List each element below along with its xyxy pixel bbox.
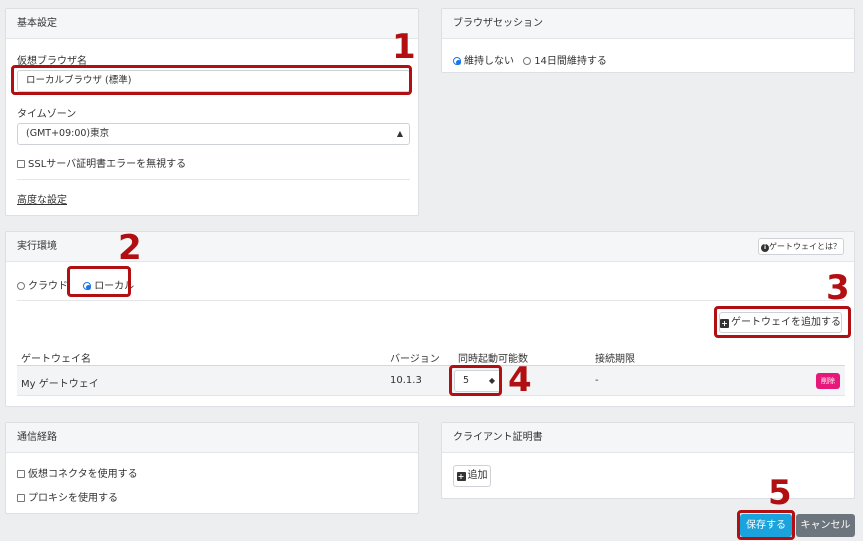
annotation-number-3: 3	[826, 268, 850, 308]
env-local-label: ローカル	[94, 281, 135, 292]
session-none-radio[interactable]: 維持しない	[453, 56, 514, 67]
env-local-radio[interactable]: ローカル	[83, 281, 134, 292]
network-route-title: 通信経路	[6, 423, 418, 453]
annotation-number-4: 4	[508, 360, 532, 400]
add-cert-button[interactable]: + 追加	[453, 465, 491, 487]
virtual-connector-checkbox[interactable]: 仮想コネクタを使用する	[17, 465, 138, 480]
timezone-select[interactable]: (GMT+09:00)東京 ▲	[17, 123, 410, 145]
delete-gateway-button[interactable]: 削除	[816, 373, 840, 389]
session-none-label: 維持しない	[464, 56, 514, 67]
select-updown-icon: ▲	[396, 129, 403, 138]
session-14days-label: 14日間維持する	[534, 56, 607, 67]
plus-square-icon: +	[720, 319, 729, 328]
virtual-connector-label: 仮想コネクタを使用する	[28, 469, 138, 480]
divider	[17, 300, 845, 301]
gateway-help-label: ゲートウェイとは？	[769, 242, 841, 251]
client-cert-panel: クライアント証明書 + 追加	[441, 422, 855, 499]
table-row: My ゲートウェイ 10.1.3 5 ◆ - 削除	[17, 366, 845, 396]
timezone-label: タイムゾーン	[17, 109, 77, 120]
concurrent-select[interactable]: 5 ◆	[454, 370, 502, 392]
col-expiry: 接続期限	[595, 354, 635, 365]
browser-name-label: 仮想ブラウザ名	[17, 56, 87, 67]
network-route-panel: 通信経路 仮想コネクタを使用する プロキシを使用する	[5, 422, 419, 514]
browser-session-panel: ブラウザセッション 維持しない 14日間維持する	[441, 8, 855, 73]
checkbox-icon	[17, 494, 25, 502]
radio-checked-icon	[83, 282, 92, 290]
radio-icon	[523, 57, 532, 65]
session-14days-radio[interactable]: 14日間維持する	[523, 56, 607, 67]
ssl-ignore-label: SSLサーバ証明書エラーを無視する	[28, 159, 187, 170]
gateway-version-cell: 10.1.3	[390, 375, 422, 386]
plus-square-icon: +	[456, 472, 466, 481]
proxy-label: プロキシを使用する	[28, 493, 118, 504]
client-cert-title: クライアント証明書	[442, 423, 854, 453]
session-options: 維持しない 14日間維持する	[453, 52, 607, 67]
add-gateway-button[interactable]: + ゲートウェイを追加する	[719, 312, 842, 333]
radio-icon	[17, 282, 25, 290]
basic-settings-title: 基本設定	[6, 9, 418, 39]
proxy-checkbox[interactable]: プロキシを使用する	[17, 489, 118, 504]
annotation-number-2: 2	[118, 228, 142, 268]
checkbox-icon	[17, 470, 25, 478]
divider	[17, 179, 410, 180]
add-gateway-label: ゲートウェイを追加する	[731, 317, 841, 328]
col-gateway-name: ゲートウェイ名	[21, 354, 91, 365]
gateway-help-button[interactable]: i ゲートウェイとは？	[758, 238, 844, 255]
annotation-number-1: 1	[392, 27, 416, 67]
add-cert-label: 追加	[467, 470, 488, 481]
concurrent-value: 5	[463, 375, 470, 386]
timezone-value: (GMT+09:00)東京	[26, 128, 110, 139]
select-updown-icon: ◆	[488, 376, 495, 385]
info-icon: i	[761, 244, 769, 252]
env-options: クラウド ローカル	[17, 277, 134, 292]
checkbox-icon	[17, 160, 25, 168]
gateway-expiry-cell: -	[595, 375, 599, 386]
cancel-button[interactable]: キャンセル	[796, 514, 855, 537]
advanced-settings-link[interactable]: 高度な設定	[17, 191, 67, 206]
gateway-name-cell: My ゲートウェイ	[21, 379, 99, 390]
basic-settings-panel: 基本設定 仮想ブラウザ名 ローカルブラウザ (標準) タイムゾーン (GMT+0…	[5, 8, 419, 216]
ssl-ignore-checkbox[interactable]: SSLサーバ証明書エラーを無視する	[17, 155, 186, 170]
save-button[interactable]: 保存する	[740, 514, 792, 537]
radio-checked-icon	[453, 57, 461, 65]
annotation-number-5: 5	[768, 473, 792, 513]
env-cloud-label: クラウド	[28, 281, 68, 292]
browser-name-input[interactable]: ローカルブラウザ (標準)	[17, 70, 410, 92]
browser-session-title: ブラウザセッション	[442, 9, 854, 39]
col-version: バージョン	[390, 354, 440, 365]
env-cloud-radio[interactable]: クラウド	[17, 281, 68, 292]
